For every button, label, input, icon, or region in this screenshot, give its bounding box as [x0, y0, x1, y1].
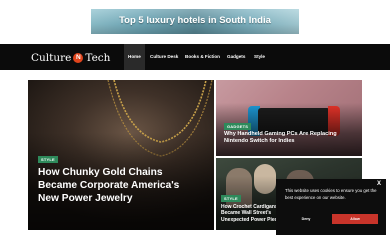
cookie-consent-popup: X This website uses cookies to ensure yo…	[276, 179, 386, 235]
logo-badge: N	[73, 52, 84, 63]
photo-figure-shape	[254, 164, 276, 194]
logo-text-left: Culture	[31, 51, 72, 64]
card-top-headline[interactable]: Why Handheld Gaming PCs Are Replacing Ni…	[224, 131, 358, 146]
allow-cookies-button[interactable]: Allow	[332, 214, 378, 224]
gold-chain-illustration	[107, 80, 213, 157]
site-logo[interactable]: Culture N Tech	[31, 51, 110, 64]
card-top-category-tag[interactable]: GADGETS	[224, 123, 252, 130]
logo-text-right: Tech	[85, 51, 111, 64]
nav-item-style[interactable]: Style	[250, 44, 269, 70]
card-bottom-headline[interactable]: How Crochet Cardigans Became Wall Street…	[221, 204, 283, 223]
ad-banner[interactable]: Top 5 luxury hotels in South India	[91, 9, 299, 34]
close-icon[interactable]: X	[377, 181, 381, 187]
main-navbar: Culture N Tech Home Culture Desk Books &…	[0, 44, 390, 70]
photo-figure-shape	[226, 168, 252, 208]
nav-item-home[interactable]: Home	[124, 44, 145, 70]
nav-item-culture-desk[interactable]: Culture Desk	[146, 44, 182, 70]
nav-item-gadgets[interactable]: Gadgets	[223, 44, 249, 70]
card-bottom-category-tag[interactable]: STYLE	[221, 195, 241, 202]
ad-banner-text: Top 5 luxury hotels in South India	[119, 15, 271, 26]
hero-headline[interactable]: How Chunky Gold Chains Became Corporate …	[38, 166, 198, 205]
deny-cookies-button[interactable]: Deny	[284, 214, 328, 224]
cookie-message: This website uses cookies to ensure you …	[285, 188, 377, 200]
hero-category-tag[interactable]: STYLE	[38, 156, 58, 163]
nav-item-books-fiction[interactable]: Books & Fiction	[181, 44, 224, 70]
hero-article-image[interactable]	[28, 80, 214, 230]
